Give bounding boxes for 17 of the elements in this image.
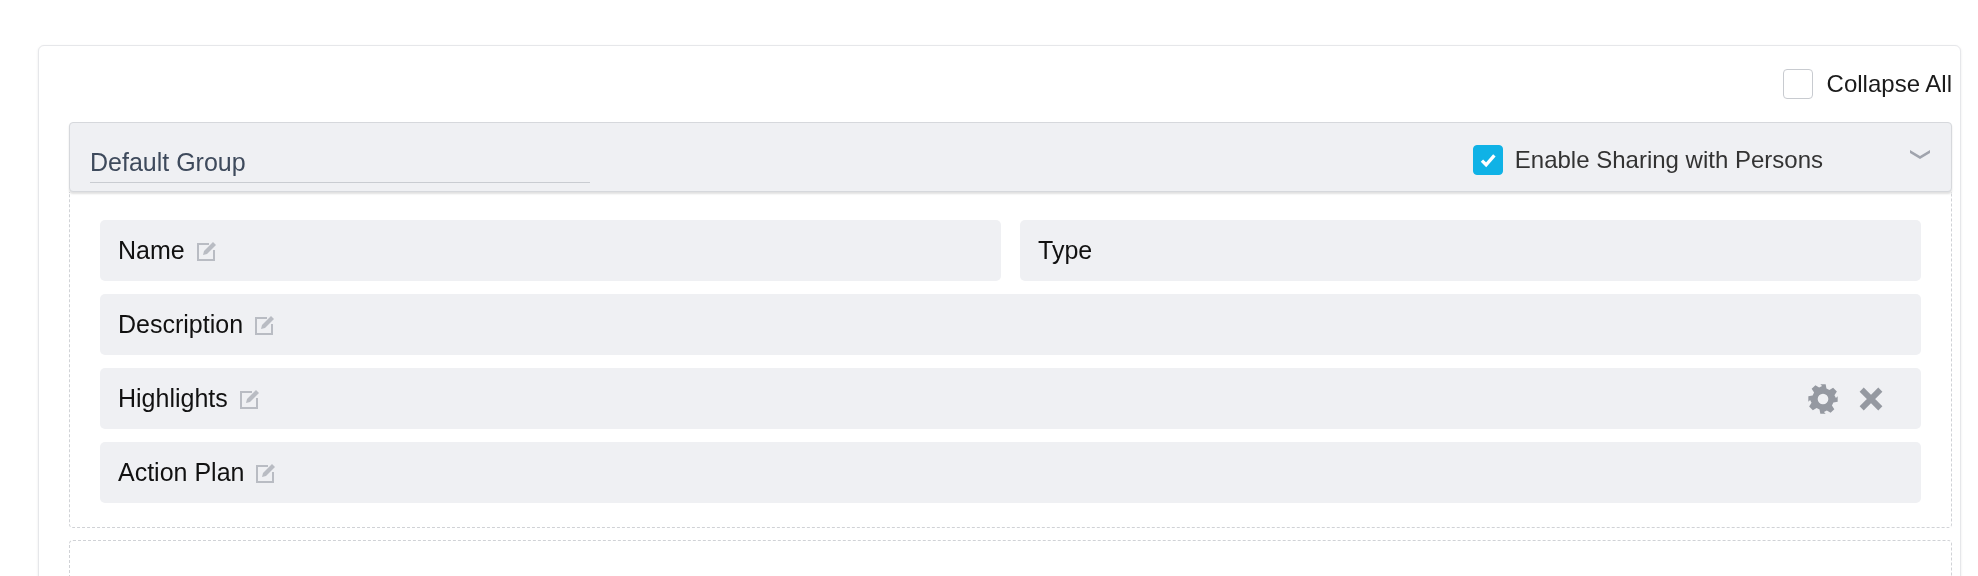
form-field[interactable]: Type — [1020, 220, 1921, 281]
group-name-field[interactable]: Default Group — [90, 141, 590, 183]
field-label: Highlights — [118, 384, 228, 413]
form-field[interactable]: Description — [100, 294, 1921, 355]
settings-icon[interactable] — [1807, 382, 1839, 415]
collapse-all-checkbox[interactable] — [1782, 69, 1813, 99]
field-label: Name — [118, 236, 185, 265]
sharing-checkbox[interactable] — [1472, 145, 1503, 175]
chevron-down-icon[interactable] — [1909, 148, 1931, 160]
field-label: Action Plan — [118, 458, 245, 487]
sharing-label: Enable Sharing with Persons — [1514, 146, 1823, 174]
form-field[interactable]: Name — [100, 220, 1001, 281]
field-label: Type — [1038, 236, 1093, 265]
form-field[interactable]: Highlights — [100, 368, 1921, 429]
field-label: Description — [118, 310, 244, 339]
collapse-all-label: Collapse All — [1826, 70, 1952, 98]
form-field[interactable]: Action Plan — [100, 442, 1921, 503]
